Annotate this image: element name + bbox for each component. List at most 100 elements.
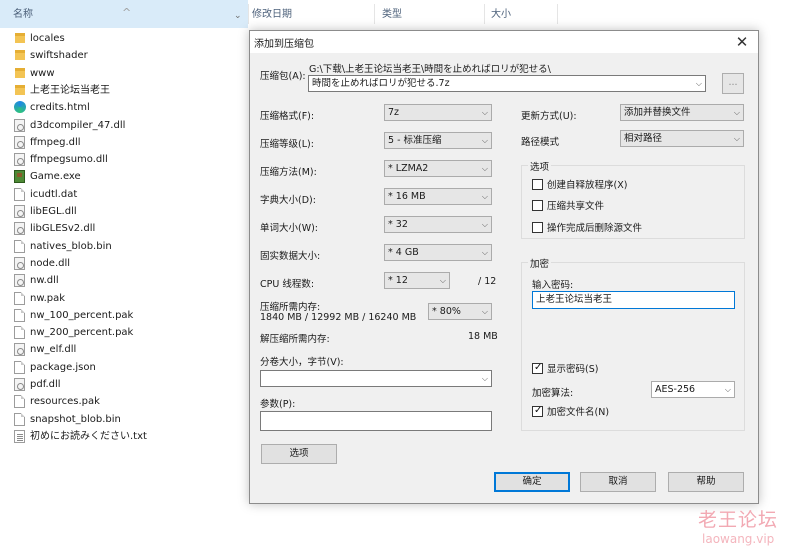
file-name: node.dll [30,257,71,269]
archive-path: G:\下载\上老王论坛当老王\時間を止めればロリが犯せる\ [309,64,551,75]
edge-icon [14,101,26,114]
file-name: nw.dll [30,275,59,287]
file-name: snapshot_blob.bin [30,413,121,425]
column-type-label: 类型 [382,9,402,20]
file-name: locales [30,33,65,44]
solid-select[interactable]: * 4 GB ⌵ [384,244,492,261]
file-name: nw_100_percent.pak [30,309,134,321]
encryption-group-title: 加密 [528,256,552,270]
word-label: 单词大小(W): [260,223,319,234]
checkbox-box [532,200,543,211]
params-input[interactable] [260,411,492,431]
column-header-type[interactable]: 类型 [382,0,402,28]
txt-icon [14,429,25,443]
column-divider[interactable] [557,4,558,24]
archive-filename-combo[interactable]: 時間を止めればロリが犯せる.7z ⌵ [308,75,706,92]
archive-filename-value: 時間を止めればロリが犯せる.7z [312,78,450,89]
password-input[interactable]: 上老王论坛当老王 [532,291,735,309]
help-button[interactable]: 帮助 [668,472,744,492]
file-name: icudtl.dat [30,188,78,200]
file-name: 初めにお読みください.txt [30,430,147,442]
options-button[interactable]: 选项 [261,444,337,464]
ok-button[interactable]: 确定 [494,472,570,492]
encryption-method-select[interactable]: AES-256 ⌵ [651,381,735,398]
file-name: package.json [30,361,96,373]
file-name: resources.pak [30,396,100,408]
chevron-down-icon: ⌵ [724,385,731,394]
chevron-down-icon: ⌵ [481,108,488,117]
column-header-modified[interactable]: 修改日期 [252,0,292,28]
memory-label: 压缩所需内存: [260,302,321,313]
column-divider[interactable] [248,4,249,24]
chevron-down-icon: ⌵ [481,164,488,173]
threads-value: * 12 [388,275,408,286]
pathmode-label: 路径模式 [521,137,560,148]
column-header-name[interactable]: 名称 ^ ⌄ [0,0,248,28]
file-name: nw.pak [30,292,66,304]
chevron-down-icon: ⌵ [439,276,446,285]
file-name: www [30,67,55,79]
shared-label: 压缩共享文件 [547,201,605,212]
column-header-size[interactable]: 大小 [491,0,511,28]
update-label: 更新方式(U): [521,111,577,122]
dll-icon [14,274,25,288]
dll-icon [14,118,25,132]
dll-icon [14,153,25,167]
dll-icon [14,135,25,149]
file-name: credits.html [30,102,90,114]
folder-icon [15,50,25,61]
column-divider[interactable] [374,4,375,24]
level-select[interactable]: 5 - 标准压缩 ⌵ [384,132,492,149]
format-label: 压缩格式(F): [260,111,315,122]
checkbox-box [532,222,543,233]
solid-label: 固实数据大小: [260,251,321,262]
game-icon [14,170,25,184]
folder-icon [15,67,25,78]
params-label: 参数(P): [260,399,296,410]
checkbox-box: ✓ [532,362,543,374]
memory-percent-select[interactable]: * 80% ⌵ [428,303,492,320]
file-name: ffmpeg.dll [30,136,81,148]
options-group: 选项 创建自释放程序(X) 压缩共享文件 操作完成后删除源文件 [521,159,745,239]
chevron-down-icon[interactable]: ⌄ [234,1,242,31]
threads-label: CPU 线程数: [260,279,315,290]
format-select[interactable]: 7z ⌵ [384,104,492,121]
check-icon: ✓ [534,405,543,416]
word-value: * 32 [388,219,408,230]
word-select[interactable]: * 32 ⌵ [384,216,492,233]
format-value: 7z [388,107,400,118]
pathmode-select[interactable]: 相对路径 ⌵ [620,130,744,147]
memory-percent-value: * 80% [432,306,461,317]
watermark-en: laowang.vip [702,532,775,546]
chevron-down-icon: ⌵ [481,374,488,383]
folder-icon [15,33,25,43]
encryption-method-label: 加密算法: [532,388,574,399]
dict-select[interactable]: * 16 MB ⌵ [384,188,492,205]
file-name: Game.exe [30,171,81,183]
file-icon [14,360,25,374]
dict-value: * 16 MB [388,191,426,202]
file-name: nw_200_percent.pak [30,327,134,339]
file-name: libGLESv2.dll [30,223,96,235]
method-label: 压缩方法(M): [260,167,317,178]
options-group-title: 选项 [528,159,552,173]
method-value: * LZMA2 [388,163,429,174]
chevron-down-icon: ⌵ [733,134,740,143]
column-divider[interactable] [484,4,485,24]
browse-button[interactable]: ... [722,73,744,94]
threads-select[interactable]: * 12 ⌵ [384,272,450,289]
folder-icon [15,84,25,95]
update-select[interactable]: 添加并替换文件 ⌵ [620,104,744,121]
method-select[interactable]: * LZMA2 ⌵ [384,160,492,177]
decomp-value: 18 MB [468,331,498,342]
password-value: 上老王论坛当老王 [536,294,613,305]
file-icon [14,291,25,305]
memory-detail: 1840 MB / 12992 MB / 16240 MB [260,312,417,323]
close-icon[interactable]: ✕ [728,31,756,53]
cancel-button[interactable]: 取消 [580,472,656,492]
column-name-label: 名称 [13,9,33,20]
dll-icon [14,343,25,357]
dialog-title: 添加到压缩包 [254,39,314,50]
split-combo[interactable]: ⌵ [260,370,492,387]
level-value: 5 - 标准压缩 [388,135,442,146]
